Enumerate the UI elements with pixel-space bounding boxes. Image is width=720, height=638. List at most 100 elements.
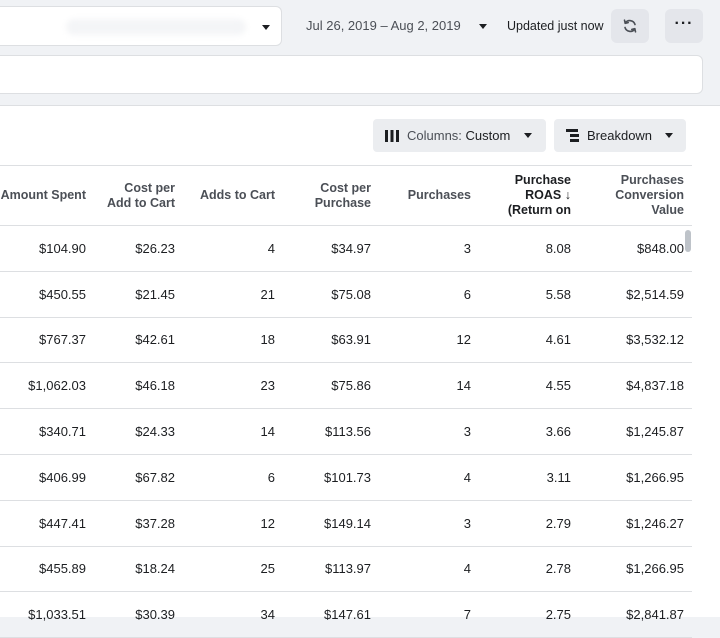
column-header-text: Purchases	[407, 188, 471, 202]
table-cell-purchase-roas: 8.08	[479, 225, 579, 272]
table-cell-cost-per-add-to-cart: $21.45	[94, 271, 183, 318]
column-header-purchase-roas[interactable]: Purchase ROAS ↓ (Return on	[479, 165, 579, 226]
column-header-text: Conversion	[615, 188, 684, 202]
table-cell-cost-per-add-to-cart: $46.18	[94, 362, 183, 410]
account-name-redacted	[66, 19, 246, 35]
column-header-amount-spent[interactable]: Amount Spent	[0, 165, 94, 226]
table-cell-amount-spent: $447.41	[0, 500, 94, 547]
table-cell-purchases-conversion-value: $4,837.18	[579, 362, 692, 410]
column-header-text: (Return on	[507, 203, 571, 217]
table-row[interactable]: $1,062.03 $46.18 23 $75.86 14 4.55 $4,837.18	[0, 362, 692, 410]
more-icon: ···	[674, 15, 694, 32]
table-cell-adds-to-cart: 14	[183, 408, 283, 455]
column-header-text: ROAS ↓	[525, 188, 571, 202]
ads-report-table: Amount Spent Cost per Add to Cart Adds to C…	[0, 165, 692, 638]
table-cell-purchases: 3	[379, 500, 479, 547]
table-cell-purchase-roas: 2.78	[479, 546, 579, 593]
table-cell-purchases-conversion-value: $2,841.87	[579, 591, 692, 638]
column-header-text: Cost per	[320, 180, 371, 195]
search-filter-bar[interactable]	[0, 55, 703, 94]
table-cell-purchases: 3	[379, 225, 479, 272]
table-cell-amount-spent: $1,062.03	[0, 362, 94, 410]
table-cell-cost-per-purchase: $63.91	[283, 317, 379, 364]
table-cell-purchases-conversion-value: $1,245.87	[579, 408, 692, 455]
table-cell-cost-per-add-to-cart: $18.24	[94, 546, 183, 593]
table-cell-amount-spent: $1,033.51	[0, 591, 94, 638]
table-cell-purchase-roas: 2.79	[479, 500, 579, 547]
table-cell-adds-to-cart: 6	[183, 454, 283, 501]
table-body: $104.90 $26.23 4 $34.97 3 8.08 $848.00 $450.55 $…	[0, 225, 692, 638]
table-cell-adds-to-cart: 21	[183, 271, 283, 318]
table-cell-purchases-conversion-value: $1,266.95	[579, 546, 692, 593]
table-cell-purchases-conversion-value: $1,266.95	[579, 454, 692, 501]
date-range-picker[interactable]: Jul 26, 2019 – Aug 2, 2019	[300, 13, 496, 39]
breakdown-button[interactable]: Breakdown	[554, 119, 686, 152]
table-cell-purchases: 6	[379, 271, 479, 318]
table-cell-cost-per-purchase: $147.61	[283, 591, 379, 638]
table-row[interactable]: $447.41 $37.28 12 $149.14 3 2.79 $1,246.27	[0, 500, 692, 547]
top-bar: Jul 26, 2019 – Aug 2, 2019 Updated just …	[0, 0, 720, 52]
table-row[interactable]: $406.99 $67.82 6 $101.73 4 3.11 $1,266.95	[0, 454, 692, 501]
table-row[interactable]: $450.55 $21.45 21 $75.08 6 5.58 $2,514.59	[0, 271, 692, 318]
breakdown-icon	[566, 129, 579, 142]
table-row[interactable]: $455.89 $18.24 25 $113.97 4 2.78 $1,266.95	[0, 546, 692, 593]
table-cell-amount-spent: $450.55	[0, 271, 94, 318]
column-header-text: Amount Spent	[0, 188, 86, 202]
table-cell-cost-per-add-to-cart: $24.33	[94, 408, 183, 455]
table-row[interactable]: $104.90 $26.23 4 $34.97 3 8.08 $848.00	[0, 225, 692, 272]
account-selector[interactable]	[0, 6, 282, 46]
table-cell-cost-per-purchase: $113.56	[283, 408, 379, 455]
table-cell-purchases: 14	[379, 362, 479, 410]
column-header-cost-per-add-to-cart[interactable]: Cost per Add to Cart	[94, 165, 183, 226]
table-cell-cost-per-purchase: $34.97	[283, 225, 379, 272]
columns-button[interactable]: Columns: Custom	[373, 119, 546, 152]
more-button[interactable]: ···	[665, 9, 703, 43]
table-cell-purchase-roas: 3.66	[479, 408, 579, 455]
column-header-purchases-conversion-value[interactable]: Purchases Conversion Value	[579, 165, 692, 226]
table-cell-adds-to-cart: 4	[183, 225, 283, 272]
columns-value: Custom	[465, 128, 511, 143]
table-cell-adds-to-cart: 12	[183, 500, 283, 547]
table-header-row: Amount Spent Cost per Add to Cart Adds to C…	[0, 165, 692, 226]
table-cell-purchases-conversion-value: $2,514.59	[579, 271, 692, 318]
table-cell-amount-spent: $767.37	[0, 317, 94, 364]
table-cell-purchases: 12	[379, 317, 479, 364]
column-header-adds-to-cart[interactable]: Adds to Cart	[183, 165, 283, 226]
column-header-text: Purchases	[620, 173, 684, 187]
refresh-button[interactable]	[611, 9, 649, 43]
table-cell-cost-per-add-to-cart: $37.28	[94, 500, 183, 547]
chevron-down-icon	[479, 24, 487, 29]
table-cell-amount-spent: $455.89	[0, 546, 94, 593]
table-cell-cost-per-purchase: $101.73	[283, 454, 379, 501]
table-cell-purchases-conversion-value: $1,246.27	[579, 500, 692, 547]
columns-icon	[385, 130, 399, 142]
table-cell-purchases: 4	[379, 454, 479, 501]
chevron-down-icon	[524, 133, 532, 138]
column-header-cost-per-purchase[interactable]: Cost per Purchase	[283, 165, 379, 226]
vertical-scrollbar[interactable]	[685, 230, 691, 252]
table-cell-cost-per-purchase: $113.97	[283, 546, 379, 593]
table-cell-amount-spent: $104.90	[0, 225, 94, 272]
column-header-text: Adds to Cart	[200, 188, 275, 202]
table-cell-adds-to-cart: 25	[183, 546, 283, 593]
table-cell-amount-spent: $340.71	[0, 408, 94, 455]
table-row[interactable]: $340.71 $24.33 14 $113.56 3 3.66 $1,245.87	[0, 408, 692, 455]
table-cell-cost-per-add-to-cart: $67.82	[94, 454, 183, 501]
table-cell-purchase-roas: 4.55	[479, 362, 579, 410]
breakdown-label: Breakdown	[587, 128, 653, 143]
table-cell-purchase-roas: 3.11	[479, 454, 579, 501]
column-header-text: Cost per	[124, 180, 175, 195]
table-cell-amount-spent: $406.99	[0, 454, 94, 501]
column-header-purchases[interactable]: Purchases	[379, 165, 479, 226]
table-cell-cost-per-purchase: $149.14	[283, 500, 379, 547]
table-row[interactable]: $767.37 $42.61 18 $63.91 12 4.61 $3,532.12	[0, 317, 692, 364]
column-header-text: Add to Cart	[106, 195, 175, 210]
chevron-down-icon	[665, 133, 673, 138]
table-row[interactable]: $1,033.51 $30.39 34 $147.61 7 2.75 $2,841.87	[0, 591, 692, 638]
updated-status: Updated just now	[507, 19, 604, 33]
date-range-label: Jul 26, 2019 – Aug 2, 2019	[306, 18, 461, 33]
table-cell-cost-per-purchase: $75.86	[283, 362, 379, 410]
column-header-text: Purchase	[514, 173, 571, 187]
refresh-icon	[623, 19, 637, 33]
table-cell-cost-per-add-to-cart: $26.23	[94, 225, 183, 272]
